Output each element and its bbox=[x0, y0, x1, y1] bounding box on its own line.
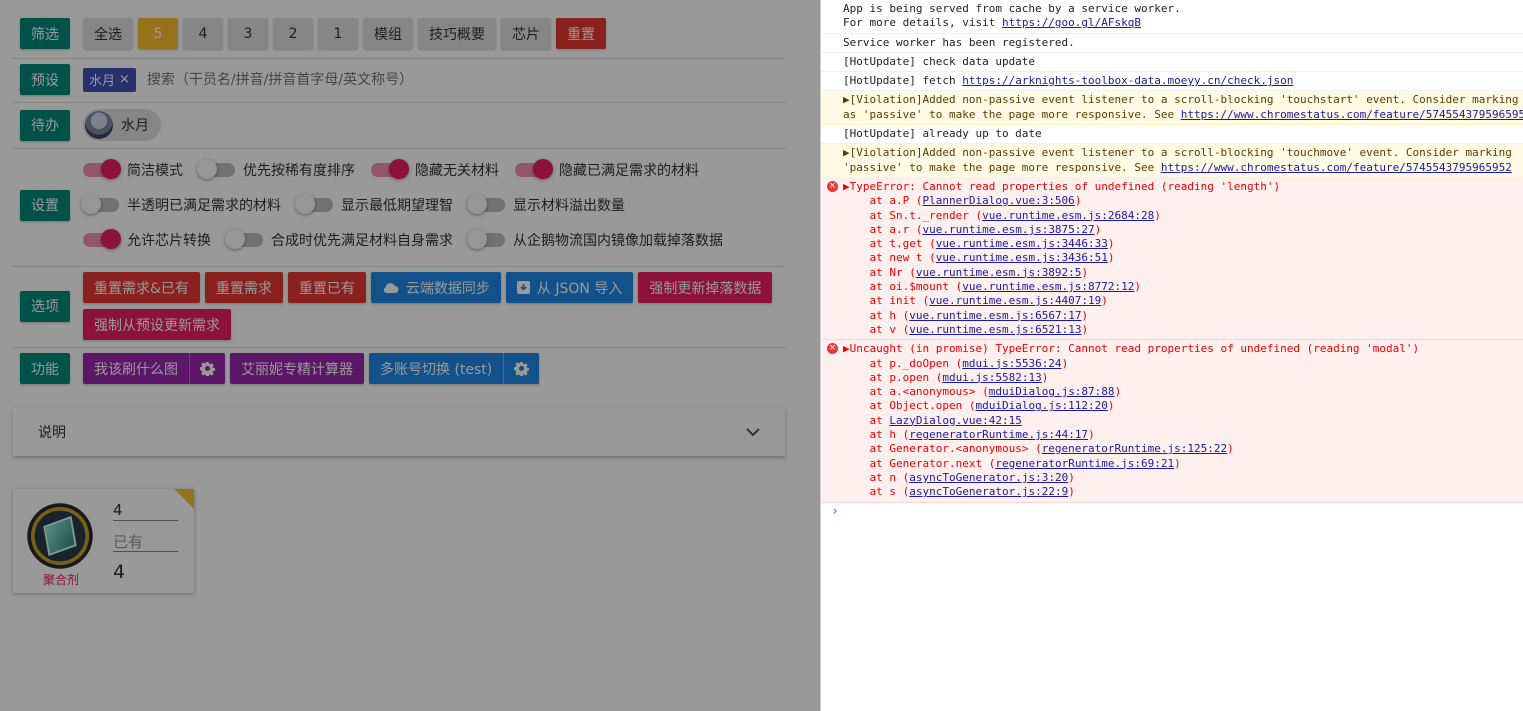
console-link[interactable]: https://www.chromestatus.com/feature/574… bbox=[1181, 108, 1523, 121]
stack-frame-link[interactable]: vue.runtime.esm.js:3436:51 bbox=[936, 251, 1108, 264]
error-icon: × bbox=[827, 180, 838, 192]
stack-frame-prefix: at new t ( bbox=[869, 251, 936, 265]
stack-frame-link[interactable]: asyncToGenerator.js:3:20 bbox=[909, 471, 1068, 484]
stack-frame-link[interactable]: vue.runtime.esm.js:3892:5 bbox=[916, 266, 1082, 279]
devtools-console: App is being served from cache by a serv… bbox=[820, 0, 1523, 711]
stack-frame-link[interactable]: vue.runtime.esm.js:6521:13 bbox=[909, 323, 1081, 336]
stack-frame-suffix: ) bbox=[1107, 399, 1115, 413]
stack-frame-link[interactable]: vue.runtime.esm.js:2684:28 bbox=[982, 209, 1154, 222]
console-warn-message: ▶[Violation]Added non-passive event list… bbox=[821, 91, 1523, 126]
stack-frame-link[interactable]: vue.runtime.esm.js:3446:33 bbox=[936, 237, 1108, 250]
stack-frame-suffix: ) bbox=[1074, 194, 1082, 208]
stack-frame-suffix: ) bbox=[1068, 470, 1075, 484]
console-link[interactable]: https://arknights-toolbox-data.moeyy.cn/… bbox=[962, 74, 1293, 87]
stack-frame-prefix: at h ( bbox=[869, 428, 910, 442]
stack-frame-suffix: ) bbox=[1081, 322, 1089, 336]
console-log-message: [HotUpdate] fetch https://arknights-tool… bbox=[821, 72, 1523, 92]
stack-frame-suffix: ) bbox=[1154, 208, 1161, 222]
stack-frame-prefix: at Sn.t._render ( bbox=[869, 208, 983, 222]
console-log-message: App is being served from cache by a serv… bbox=[821, 0, 1523, 34]
error-head[interactable]: ▶Uncaught (in promise) TypeError: Cannot… bbox=[843, 342, 1419, 355]
stack-frame-prefix: at p.open ( bbox=[869, 370, 943, 384]
stack-frame-prefix: at bbox=[869, 413, 890, 427]
stack-frame-link[interactable]: regeneratorRuntime.js:69:21 bbox=[995, 457, 1174, 470]
console-log-message: Service worker has been registered. bbox=[821, 34, 1523, 53]
console-link[interactable]: https://goo.gl/AFskqB bbox=[1002, 16, 1141, 29]
modal-overlay[interactable] bbox=[0, 0, 820, 711]
stack-frame-link[interactable]: mdui.js:5582:13 bbox=[942, 371, 1041, 384]
console-error-message: × ▶TypeError: Cannot read properties of u… bbox=[821, 177, 1523, 341]
stack-frame-prefix: at Object.open ( bbox=[869, 399, 976, 413]
stack-frame-link[interactable]: LazyDialog.vue:42:15 bbox=[889, 414, 1021, 427]
stack-frame-suffix: ) bbox=[1081, 265, 1089, 279]
stack-frame-suffix: ) bbox=[1107, 237, 1115, 251]
stack-frame-suffix: ) bbox=[1088, 428, 1095, 442]
console-error-message: × ▶Uncaught (in promise) TypeError: Canno… bbox=[821, 340, 1523, 503]
console-prompt[interactable]: › bbox=[821, 503, 1523, 521]
console-warn-message: ▶[Violation]Added non-passive event list… bbox=[821, 144, 1523, 178]
console-text: [HotUpdate] already up to date bbox=[843, 127, 1042, 141]
console-log-message: [HotUpdate] check data update bbox=[821, 53, 1523, 73]
error-head[interactable]: ▶TypeError: Cannot read properties of un… bbox=[843, 180, 1280, 193]
arknights-planner-app: 筛选 全选54321模组技巧概要芯片重置 预设 水月 × 待办 水月 设置 简洁… bbox=[0, 0, 820, 711]
stack-frame-suffix: ) bbox=[1114, 385, 1122, 399]
stack-frame-suffix: ) bbox=[1107, 251, 1115, 265]
stack-frame-suffix: ) bbox=[1068, 485, 1075, 499]
stack-frame-link[interactable]: regeneratorRuntime.js:44:17 bbox=[909, 428, 1088, 441]
stack-frame-link[interactable]: vue.runtime.esm.js:6567:17 bbox=[909, 309, 1081, 322]
console-log-message: [HotUpdate] already up to date bbox=[821, 125, 1523, 145]
stack-frame-prefix: at s ( bbox=[869, 485, 910, 499]
stack-frame-prefix: at init ( bbox=[869, 294, 930, 308]
stack-frame-prefix: at p._doOpen ( bbox=[869, 356, 963, 370]
console-text: [HotUpdate] fetch bbox=[843, 74, 963, 88]
stack-frame-prefix: at t.get ( bbox=[869, 237, 936, 251]
stack-frame-suffix: ) bbox=[1061, 356, 1069, 370]
stack-frame-suffix: ) bbox=[1041, 370, 1049, 384]
stack-frame-prefix: at Generator.<anonymous> ( bbox=[869, 442, 1042, 456]
stack-frame-prefix: at a.<anonymous> ( bbox=[869, 385, 989, 399]
console-messages: App is being served from cache by a serv… bbox=[821, 0, 1523, 503]
stack-frame-prefix: at Nr ( bbox=[869, 265, 916, 279]
stack-frame-prefix: at v ( bbox=[869, 322, 910, 336]
stack-frame-link[interactable]: mdui.js:5536:24 bbox=[962, 357, 1061, 370]
stack-frame-suffix: ) bbox=[1081, 308, 1089, 322]
stack-frame-suffix: ) bbox=[1134, 280, 1142, 294]
stack-frame-link[interactable]: asyncToGenerator.js:22:9 bbox=[909, 485, 1068, 498]
stack-frame-suffix: ) bbox=[1227, 442, 1234, 456]
stack-frame-link[interactable]: regeneratorRuntime.js:125:22 bbox=[1042, 442, 1227, 455]
stack-frame-link[interactable]: vue.runtime.esm.js:8772:12 bbox=[962, 280, 1134, 293]
console-text: Service worker has been registered. bbox=[843, 35, 1075, 49]
stack-frame-prefix: at oi.$mount ( bbox=[869, 280, 963, 294]
console-link[interactable]: https://www.chromestatus.com/feature/574… bbox=[1161, 161, 1512, 174]
stack-frame-suffix: ) bbox=[1101, 294, 1108, 308]
stack-frame-prefix: at a.P ( bbox=[869, 194, 923, 208]
stack-frame-prefix: at h ( bbox=[869, 308, 910, 322]
stack-frame-link[interactable]: vue.runtime.esm.js:3875:27 bbox=[922, 223, 1094, 236]
stack-frame-link[interactable]: mduiDialog.js:87:88 bbox=[989, 385, 1115, 398]
stack-frame-link[interactable]: mduiDialog.js:112:20 bbox=[975, 399, 1107, 412]
error-icon: × bbox=[827, 343, 838, 355]
console-text: [HotUpdate] check data update bbox=[843, 54, 1036, 68]
stack-frame-prefix: at Generator.next ( bbox=[869, 456, 996, 470]
stack-frame-suffix: ) bbox=[1094, 222, 1102, 236]
stack-frame-link[interactable]: vue.runtime.esm.js:4407:19 bbox=[929, 294, 1101, 307]
stack-frame-prefix: at a.r ( bbox=[869, 222, 923, 236]
stack-frame-link[interactable]: PlannerDialog.vue:3:506 bbox=[922, 194, 1074, 207]
stack-frame-prefix: at n ( bbox=[869, 470, 910, 484]
stack-frame-suffix: ) bbox=[1174, 456, 1181, 470]
